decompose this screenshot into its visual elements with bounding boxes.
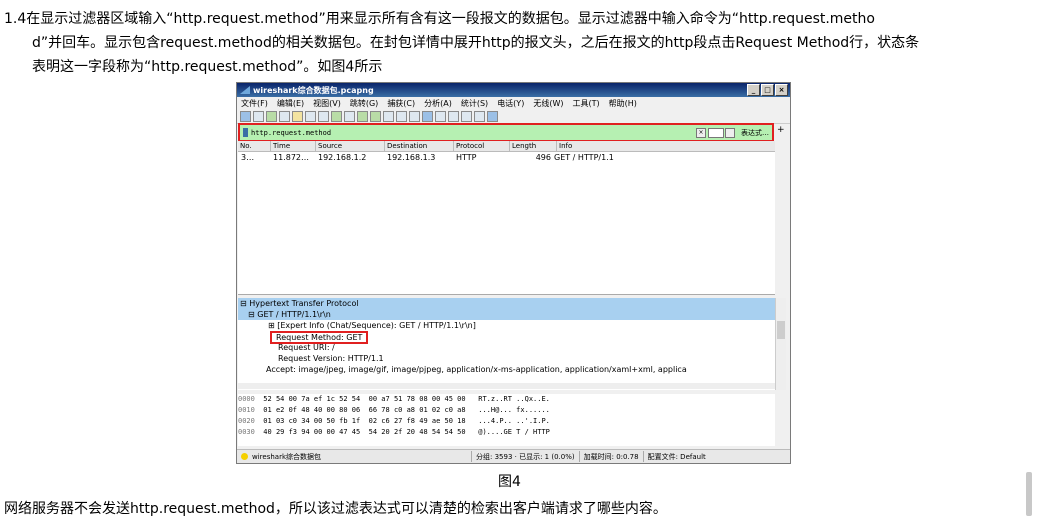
hex-row: 0030 40 29 f3 94 00 00 47 45 54 20 2f 20… — [238, 428, 550, 436]
display-filter-bar: http.request.method × 表达式… — [238, 123, 774, 142]
goto-icon — [383, 110, 394, 122]
hex-row: 0010 01 e2 0f 48 40 00 80 06 66 78 c0 a8… — [238, 406, 550, 414]
detail-line: Request URI: / — [278, 343, 335, 352]
reload-icon — [331, 110, 342, 122]
para-line-1: 1.4在显示过滤器区域输入“http.request.method”用来显示所有… — [4, 11, 875, 27]
status-profile: 配置文件: Default — [647, 452, 706, 461]
status-packets: 分组: 3593 · 已显示: 1 (0.0%) — [476, 452, 575, 461]
bookmark-icon — [243, 128, 248, 137]
first-packet-icon — [396, 110, 407, 122]
status-ready-icon — [241, 453, 248, 460]
col-protocol: Protocol — [454, 141, 510, 151]
cell-destination: 192.168.1.3 — [387, 153, 436, 162]
find-icon — [344, 110, 355, 122]
col-length: Length — [510, 141, 557, 151]
detail-line: ⊟ GET / HTTP/1.1\r\n — [238, 309, 775, 320]
cell-protocol: HTTP — [456, 153, 477, 162]
status-bar: wireshark综合数据包 分组: 3593 · 已显示: 1 (0.0%) … — [237, 449, 790, 463]
toolbar — [237, 109, 790, 124]
cell-time: 11.872… — [273, 153, 309, 162]
resize-columns-icon — [487, 110, 498, 122]
options-icon — [279, 110, 290, 122]
details-scrollbar — [775, 298, 786, 390]
menu-bar: 文件(F) 编辑(E) 视图(V) 跳转(G) 捕获(C) 分析(A) 统计(S… — [237, 97, 790, 109]
maximize-icon: □ — [761, 84, 774, 96]
colorize-icon — [435, 110, 446, 122]
display-filter-input: http.request.method — [251, 128, 332, 137]
detail-line: ⊟ Hypertext Transfer Protocol — [238, 298, 775, 309]
para-line-2: d”并回车。显示包含request.method的相关数据包。在封包详情中展开h… — [32, 35, 920, 51]
stop-capture-icon — [253, 110, 264, 122]
window-title: wireshark综合数据包.pcapng — [253, 85, 374, 95]
menu-telephony: 电话(Y) — [497, 98, 525, 108]
menu-file: 文件(F) — [241, 98, 268, 108]
col-no: No. — [238, 141, 271, 151]
forward-icon — [370, 110, 381, 122]
details-hscrollbar — [238, 383, 775, 389]
cell-source: 192.168.1.2 — [318, 153, 367, 162]
detail-line: Accept: image/jpeg, image/gif, image/pjp… — [266, 365, 687, 374]
packet-list-header: No. Time Source Destination Protocol Len… — [238, 141, 775, 152]
cell-length: 496 — [535, 153, 551, 162]
close-file-icon — [318, 110, 329, 122]
zoom-reset-icon — [474, 110, 485, 122]
clear-filter-icon: × — [696, 127, 706, 138]
detail-line: ⊞ [Expert Info (Chat/Sequence): GET / HT… — [268, 321, 476, 330]
add-filter-button: + — [777, 125, 785, 135]
hex-row: 0020 01 03 c0 34 00 50 fb 1f 02 c6 27 f8… — [238, 417, 550, 425]
menu-analyze: 分析(A) — [424, 98, 452, 108]
figure-caption: 图4 — [498, 474, 521, 490]
zoom-in-icon — [448, 110, 459, 122]
autoscroll-icon — [422, 110, 433, 122]
menu-go: 跳转(G) — [349, 98, 379, 108]
expression-button: 表达式… — [741, 128, 769, 137]
detail-line: Request Version: HTTP/1.1 — [278, 354, 384, 363]
menu-tools: 工具(T) — [572, 98, 600, 108]
last-packet-icon — [409, 110, 420, 122]
filter-history-icon — [725, 127, 735, 138]
bottom-paragraph: 网络服务器不会发送http.request.method，所以该过滤表达式可以清… — [4, 501, 667, 517]
col-source: Source — [316, 141, 385, 151]
menu-edit: 编辑(E) — [276, 98, 305, 108]
menu-capture: 捕获(C) — [387, 98, 416, 108]
packet-details: ⊟ Hypertext Transfer Protocol ⊟ GET / HT… — [238, 298, 775, 390]
minimize-icon: _ — [747, 84, 760, 96]
col-info: Info — [559, 142, 573, 150]
packet-list — [238, 151, 775, 295]
window-titlebar: wireshark综合数据包.pcapng _ □ × — [237, 83, 790, 97]
start-capture-icon — [240, 110, 251, 122]
open-file-icon — [292, 110, 303, 122]
wireshark-screenshot: wireshark综合数据包.pcapng _ □ × 文件(F) 编辑(E) … — [236, 82, 791, 464]
cell-info: GET / HTTP/1.1 — [554, 153, 614, 162]
save-file-icon — [305, 110, 316, 122]
col-time: Time — [271, 141, 316, 151]
menu-statistics: 统计(S) — [460, 98, 489, 108]
menu-view: 视图(V) — [313, 98, 341, 108]
wireshark-fin-icon — [240, 86, 250, 94]
page-scrollbar-thumb[interactable] — [1026, 472, 1032, 516]
col-destination: Destination — [385, 141, 454, 151]
back-icon — [357, 110, 368, 122]
close-icon: × — [775, 84, 788, 96]
packet-bytes: 0000 52 54 00 7a ef 1c 52 54 00 a7 51 78… — [238, 394, 775, 446]
status-file: wireshark综合数据包 — [252, 452, 322, 461]
para-line-3: 表明这一字段称为“http.request.method”。如图4所示 — [32, 59, 383, 75]
status-load-time: 加载时间: 0:0.78 — [583, 452, 639, 461]
cell-no: 3… — [241, 153, 255, 162]
menu-help: 帮助(H) — [608, 98, 637, 108]
menu-wireless: 无线(W) — [533, 98, 564, 108]
packet-row: 3… 11.872… 192.168.1.2 192.168.1.3 HTTP … — [238, 152, 775, 163]
restart-capture-icon — [266, 110, 277, 122]
apply-filter-icon — [708, 127, 724, 138]
hex-row: 0000 52 54 00 7a ef 1c 52 54 00 a7 51 78… — [238, 395, 550, 403]
zoom-out-icon — [461, 110, 472, 122]
paragraph: 1.4在显示过滤器区域输入“http.request.method”用来显示所有… — [4, 7, 1024, 79]
